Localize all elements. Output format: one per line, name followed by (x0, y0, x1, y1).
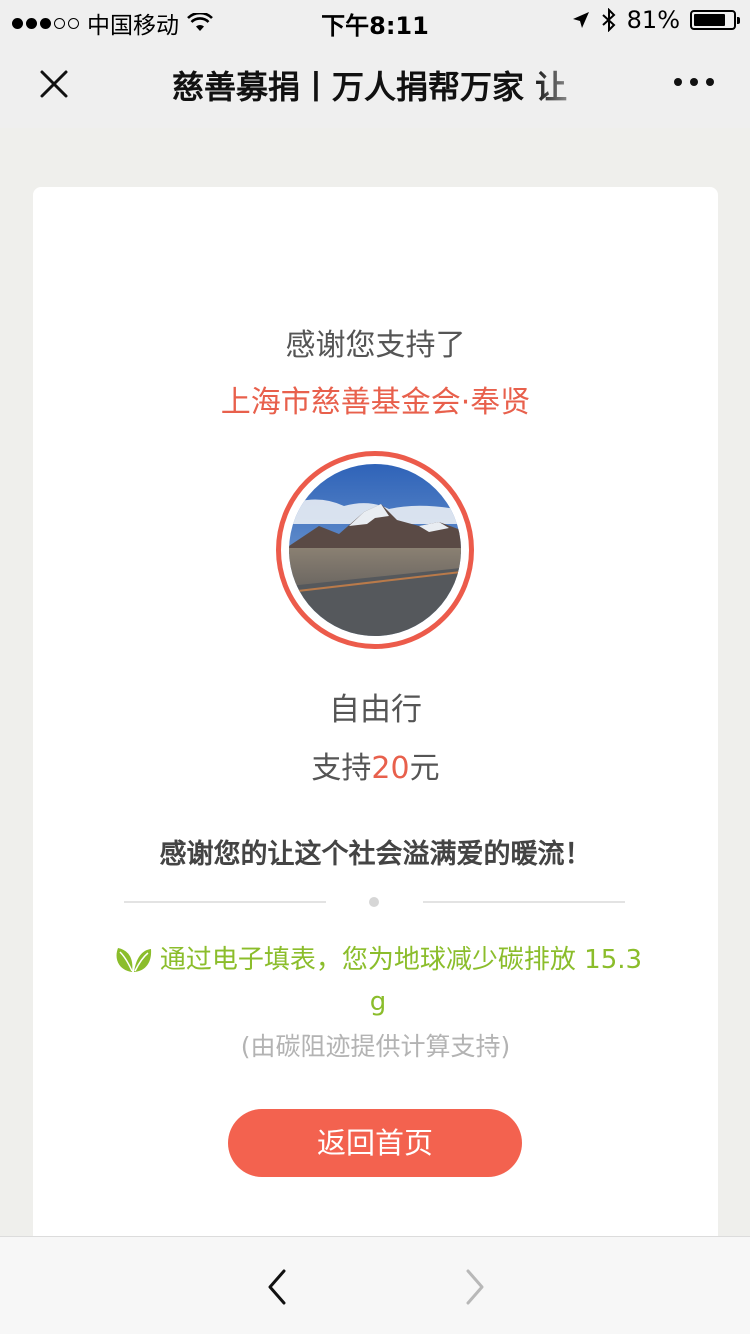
eco-text: 通过电子填表，您为地球减少碳排放 15.3 g (159, 945, 643, 1017)
browser-toolbar (0, 1236, 750, 1334)
amount-unit: 元 (409, 751, 440, 786)
more-icon[interactable] (674, 78, 714, 86)
avatar (276, 451, 474, 649)
result-card: 感谢您支持了 上海市慈善基金会·奉贤 自由行 支持20元 感谢您的让这个社会溢满… (33, 187, 718, 1247)
nav-bar: 慈善募捐丨万人捐帮万家 让 (0, 40, 750, 128)
page-title: 慈善募捐丨万人捐帮万家 让 (172, 68, 568, 106)
avatar-image (289, 464, 461, 636)
amount-prefix: 支持 (311, 751, 372, 786)
eco-note: (由碳阻迹提供计算支持) (240, 1032, 511, 1061)
status-bar: 中国移动 下午8:11 81% (0, 0, 750, 40)
battery-percent: 81% (626, 6, 680, 34)
bluetooth-icon (601, 8, 616, 32)
thanks-text: 感谢您支持了 (285, 328, 466, 363)
battery-icon (690, 10, 740, 30)
close-icon[interactable] (34, 64, 74, 104)
divider-dot (369, 897, 379, 907)
divider-right (423, 901, 625, 903)
eco-message: 通过电子填表，您为地球减少碳排放 15.3 g (113, 939, 643, 1023)
amount-value: 20 (371, 751, 410, 786)
location-arrow-icon (572, 12, 589, 28)
donor-nickname: 自由行 (329, 692, 422, 728)
status-right: 81% (571, 6, 740, 34)
divider-left (124, 901, 326, 903)
battery-fill (694, 14, 725, 26)
donation-amount: 支持20元 (33, 743, 718, 787)
chevron-right-icon[interactable] (460, 1267, 490, 1307)
chevron-left-icon[interactable] (262, 1267, 292, 1307)
blessing-text: 感谢您的让这个社会溢满爱的暖流！ (159, 839, 592, 870)
organization-name: 上海市慈善基金会·奉贤 (220, 385, 531, 420)
return-home-button[interactable]: 返回首页 (228, 1109, 522, 1177)
leaf-icon (116, 948, 152, 972)
